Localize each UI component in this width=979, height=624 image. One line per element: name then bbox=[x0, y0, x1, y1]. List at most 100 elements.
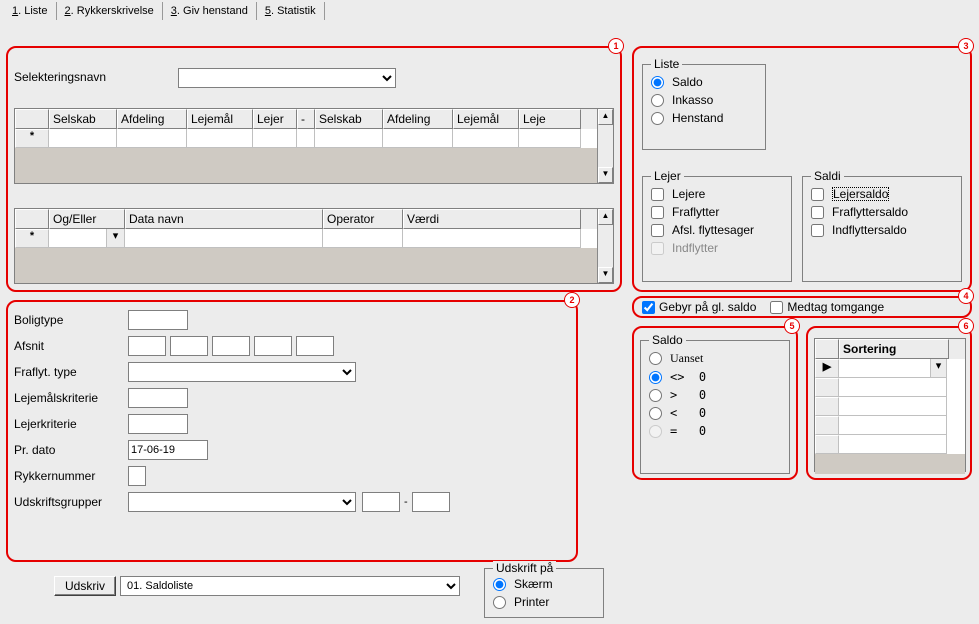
udskriv-button[interactable]: Udskriv bbox=[54, 576, 116, 596]
medtag-label: Medtag tomgange bbox=[787, 300, 884, 314]
saldo-group: Saldo Uanset <> 0 > 0 < 0 = 0 bbox=[640, 340, 790, 474]
sortering-grid[interactable]: Sortering ▶ ▾ bbox=[814, 338, 966, 472]
udskriftsgrupper-from[interactable] bbox=[362, 492, 400, 512]
saldo-label: Saldo bbox=[672, 75, 703, 89]
scroll-up-icon[interactable]: ▲ bbox=[598, 109, 613, 125]
lejemaalskriterie-input[interactable] bbox=[128, 388, 188, 408]
fraflyttersaldo-check[interactable] bbox=[811, 206, 824, 219]
afsnit-input-1[interactable] bbox=[128, 336, 166, 356]
tab-henstand[interactable]: 3. Giv henstand bbox=[163, 2, 257, 20]
callout-badge-2: 2 bbox=[564, 292, 580, 308]
lejere-check[interactable] bbox=[651, 188, 664, 201]
eq-label: = 0 bbox=[670, 424, 706, 438]
inkasso-label: Inkasso bbox=[672, 93, 713, 107]
lejersaldo-check[interactable] bbox=[811, 188, 824, 201]
rykkernummer-label: Rykkernummer bbox=[8, 469, 128, 483]
saldo-legend: Saldo bbox=[649, 333, 686, 347]
dropdown-icon[interactable]: ▾ bbox=[107, 229, 125, 248]
col-vaerdi[interactable]: Værdi bbox=[403, 209, 581, 229]
col-selskab2[interactable]: Selskab bbox=[315, 109, 383, 129]
col-lejemaal2[interactable]: Lejemål bbox=[453, 109, 519, 129]
afsnit-input-4[interactable] bbox=[254, 336, 292, 356]
tab-statistik[interactable]: 5. Statistik bbox=[257, 2, 325, 20]
udskriftsgrupper-to[interactable] bbox=[412, 492, 450, 512]
col-operator[interactable]: Operator bbox=[323, 209, 403, 229]
henstand-label: Henstand bbox=[672, 111, 723, 125]
col-afdeling2[interactable]: Afdeling bbox=[383, 109, 453, 129]
selekteringsnavn-select[interactable] bbox=[178, 68, 396, 88]
scroll-up-icon[interactable]: ▲ bbox=[598, 209, 613, 225]
grid1-scrollbar[interactable]: ▲ ▼ bbox=[597, 109, 613, 183]
col-ogeller[interactable]: Og/Eller bbox=[49, 209, 125, 229]
afsl-check[interactable] bbox=[651, 224, 664, 237]
col-lejer[interactable]: Lejer bbox=[253, 109, 297, 129]
liste-group: Liste Saldo Inkasso Henstand bbox=[642, 64, 766, 150]
lejemaalskriterie-label: Lejemålskriterie bbox=[8, 391, 128, 405]
fraflyttersaldo-label: Fraflyttersaldo bbox=[832, 205, 908, 219]
neq-radio[interactable] bbox=[649, 371, 662, 384]
skaerm-radio[interactable] bbox=[493, 578, 506, 591]
prdato-input[interactable] bbox=[128, 440, 208, 460]
lejer-legend: Lejer bbox=[651, 169, 684, 183]
scroll-down-icon[interactable]: ▼ bbox=[598, 167, 613, 183]
eq-radio bbox=[649, 425, 662, 438]
henstand-radio[interactable] bbox=[651, 112, 664, 125]
scroll-down-icon[interactable]: ▼ bbox=[598, 267, 613, 283]
indflyttersaldo-check[interactable] bbox=[811, 224, 824, 237]
row-indicator: * bbox=[15, 129, 49, 148]
row-indicator: * bbox=[15, 229, 49, 248]
saldo-radio[interactable] bbox=[651, 76, 664, 89]
col-lejer2[interactable]: Leje bbox=[519, 109, 581, 129]
indflytter-check bbox=[651, 242, 664, 255]
udskriftsgrupper-select[interactable] bbox=[128, 492, 356, 512]
tab-liste[interactable]: 1. Liste bbox=[4, 2, 57, 20]
printer-radio[interactable] bbox=[493, 596, 506, 609]
fraflyttype-select[interactable] bbox=[128, 362, 356, 382]
udskriftsgrupper-label: Udskriftsgrupper bbox=[8, 495, 128, 509]
gt-radio[interactable] bbox=[649, 389, 662, 402]
neq-label: <> 0 bbox=[670, 370, 706, 384]
liste-legend: Liste bbox=[651, 57, 682, 71]
saldi-legend: Saldi bbox=[811, 169, 844, 183]
col-sortering[interactable]: Sortering bbox=[839, 339, 949, 359]
skaerm-label: Skærm bbox=[514, 577, 553, 591]
grid2-scrollbar[interactable]: ▲ ▼ bbox=[597, 209, 613, 283]
rykkernummer-input[interactable] bbox=[128, 466, 146, 486]
callout-badge-6: 6 bbox=[958, 318, 974, 334]
afsnit-input-3[interactable] bbox=[212, 336, 250, 356]
tab-rykker[interactable]: 2. Rykkerskrivelse bbox=[57, 2, 163, 20]
medtag-check[interactable] bbox=[770, 301, 783, 314]
udskriv-select[interactable]: 01. Saldoliste bbox=[120, 576, 460, 596]
udskrift-paa-legend: Udskrift på bbox=[493, 561, 556, 575]
afsnit-input-2[interactable] bbox=[170, 336, 208, 356]
dropdown-icon[interactable]: ▾ bbox=[931, 359, 947, 378]
col-datanavn[interactable]: Data navn bbox=[125, 209, 323, 229]
row-pointer-icon: ▶ bbox=[815, 359, 839, 378]
lejerkriterie-input[interactable] bbox=[128, 414, 188, 434]
selection-panel: 1 Selekteringsnavn Selskab Afdeling Leje… bbox=[6, 46, 622, 292]
fraflytter-check[interactable] bbox=[651, 206, 664, 219]
tab-bar: 1. Liste 2. Rykkerskrivelse 3. Giv henst… bbox=[0, 0, 979, 20]
col-selskab[interactable]: Selskab bbox=[49, 109, 117, 129]
gebyr-check[interactable] bbox=[642, 301, 655, 314]
uanset-radio[interactable] bbox=[649, 352, 662, 365]
fraflyttype-label: Fraflyt. type bbox=[8, 365, 128, 379]
afsl-label: Afsl. flyttesager bbox=[672, 223, 754, 237]
afsnit-input-5[interactable] bbox=[296, 336, 334, 356]
gt-label: > 0 bbox=[670, 388, 706, 402]
boligtype-input[interactable] bbox=[128, 310, 188, 330]
uanset-label: Uanset bbox=[670, 351, 703, 366]
lt-radio[interactable] bbox=[649, 407, 662, 420]
col-lejemaal[interactable]: Lejemål bbox=[187, 109, 253, 129]
callout-badge-3: 3 bbox=[958, 38, 974, 54]
col-dash[interactable]: - bbox=[297, 109, 315, 129]
col-afdeling[interactable]: Afdeling bbox=[117, 109, 187, 129]
boligtype-label: Boligtype bbox=[8, 313, 128, 327]
selection-grid-2[interactable]: Og/Eller Data navn Operator Værdi * ▾ ▲ … bbox=[14, 208, 614, 284]
selection-grid-1[interactable]: Selskab Afdeling Lejemål Lejer - Selskab… bbox=[14, 108, 614, 184]
callout-badge-4: 4 bbox=[958, 288, 974, 304]
lejer-group: Lejer Lejere Fraflytter Afsl. flyttesage… bbox=[642, 176, 792, 282]
saldi-group: Saldi Lejersaldo Fraflyttersaldo Indflyt… bbox=[802, 176, 962, 282]
inkasso-radio[interactable] bbox=[651, 94, 664, 107]
options-panel: 3 Liste Saldo Inkasso Henstand Lejer Lej… bbox=[632, 46, 972, 292]
